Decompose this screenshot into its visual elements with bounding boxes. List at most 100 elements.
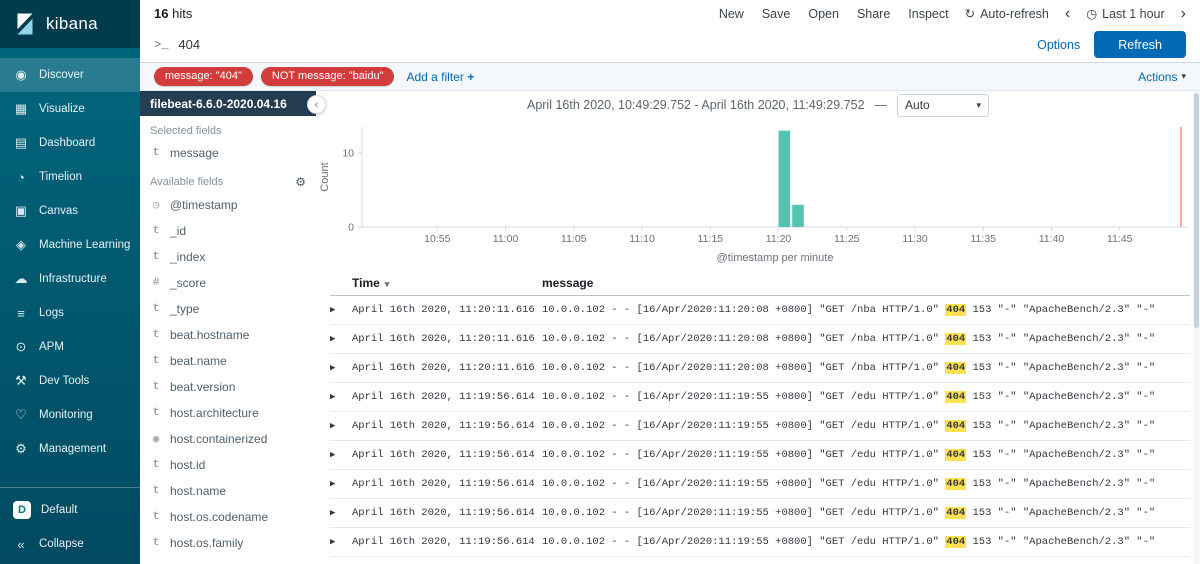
sidebar-item-dashboard[interactable]: ▤ Dashboard <box>0 126 140 160</box>
filter-actions-link[interactable]: Actions ▾ <box>1138 70 1186 84</box>
filter-pill[interactable]: NOT message: "baidu" <box>260 67 395 86</box>
sidebar-item-apm[interactable]: ⊙ APM <box>0 330 140 364</box>
sidebar-item-monitoring[interactable]: ♡ Monitoring <box>0 398 140 432</box>
field-name: host.os.family <box>170 536 244 550</box>
documents-table-container: Time ▾ message ▶ April 16th 2020, 11:20:11… <box>316 269 1200 564</box>
y-tick-label: 0 <box>348 222 354 234</box>
interval-value: Auto <box>905 98 930 112</box>
histogram-chart[interactable]: 0 10 10:55 11:00 11:05 11:10 11:15 11:20 11:25 11… <box>316 119 1200 269</box>
sidebar-item-label: Machine Learning <box>39 239 131 251</box>
sidebar-item-dev-tools[interactable]: ⚒ Dev Tools <box>0 364 140 398</box>
index-pattern-selector[interactable]: filebeat-6.6.0-2020.04.16 <box>140 91 316 116</box>
caret-down-icon: ▾ <box>1181 71 1186 81</box>
fields-panel: filebeat-6.6.0-2020.04.16 Selected field… <box>140 91 316 564</box>
sidebar-item-infrastructure[interactable]: ☁ Infrastructure <box>0 262 140 296</box>
expand-row-icon[interactable]: ▶ <box>330 363 335 373</box>
time-range-text: April 16th 2020, 10:49:29.752 - April 16… <box>526 98 865 112</box>
field-timestamp[interactable]: ◷ @timestamp <box>140 192 316 218</box>
kibana-logo[interactable]: kibana <box>0 0 140 48</box>
selected-fields-list: t message <box>140 140 316 166</box>
dev-tools-icon: ⚒ <box>15 373 27 388</box>
field-type-t-icon: t <box>152 251 160 263</box>
filter-pills: message: "404" NOT message: "baidu" <box>154 67 395 86</box>
expand-row-icon[interactable]: ▶ <box>330 537 335 547</box>
field-name: @timestamp <box>170 198 238 212</box>
add-filter-link[interactable]: Add a filter + <box>406 70 474 84</box>
sidebar-item-logs[interactable]: ≡ Logs <box>0 296 140 330</box>
expand-row-icon[interactable]: ▶ <box>330 305 335 315</box>
open-button[interactable]: Open <box>808 7 839 21</box>
field-message[interactable]: t message <box>140 140 316 166</box>
auto-refresh-button[interactable]: ↻ Auto-refresh <box>965 6 1049 22</box>
vertical-scrollbar[interactable] <box>1193 91 1200 564</box>
sidebar-item-label: Dashboard <box>39 137 96 149</box>
collapse-icon: « <box>17 536 25 552</box>
time-forward-button[interactable]: › <box>1181 5 1186 22</box>
sidebar-item-label: Timelion <box>39 171 83 183</box>
expand-row-icon[interactable]: ▶ <box>330 508 335 518</box>
field-beat-name[interactable]: t beat.name <box>140 348 316 374</box>
sidebar-item-timelion[interactable]: ◔ Timelion <box>0 160 140 194</box>
machine-learning-icon: ◈ <box>16 237 26 252</box>
row-time: April 16th 2020, 11:20:11.616 <box>352 295 542 325</box>
sidebar-item-label: Infrastructure <box>39 273 107 285</box>
sidebar-item-visualize[interactable]: ▦ Visualize <box>0 92 140 126</box>
field-id[interactable]: t _id <box>140 218 316 244</box>
expand-row-icon[interactable]: ▶ <box>330 334 335 344</box>
sidebar-bottom: D Default « Collapse <box>0 487 140 564</box>
histogram-bar[interactable] <box>778 130 791 227</box>
caret-down-icon: ▾ <box>976 99 982 110</box>
highlight-match: 404 <box>945 478 967 490</box>
field-settings-gear-icon[interactable]: ⚙ <box>295 175 306 189</box>
field-type[interactable]: t _type <box>140 296 316 322</box>
field-host-containerized[interactable]: ◉ host.containerized <box>140 426 316 452</box>
expand-row-icon[interactable]: ▶ <box>330 421 335 431</box>
new-button[interactable]: New <box>719 7 744 21</box>
share-button[interactable]: Share <box>857 7 890 21</box>
refresh-button[interactable]: Refresh <box>1094 31 1186 58</box>
highlight-match: 404 <box>945 304 967 316</box>
filter-pill[interactable]: message: "404" <box>154 67 253 86</box>
field-score[interactable]: # _score <box>140 270 316 296</box>
interval-select[interactable]: Auto ▾ <box>897 93 990 117</box>
sort-caret-icon: ▾ <box>384 279 390 289</box>
row-message: 10.0.0.102 - - [16/Apr/2020:11:19:55 +08… <box>542 527 1190 557</box>
field-index[interactable]: t _index <box>140 244 316 270</box>
histogram-bar[interactable] <box>792 204 804 227</box>
expand-row-icon[interactable]: ▶ <box>330 450 335 460</box>
field-host-name[interactable]: t host.name <box>140 478 316 504</box>
field-host-os-family[interactable]: t host.os.family <box>140 530 316 556</box>
sidebar-item-default[interactable]: D Default <box>0 493 140 527</box>
field-beat-version[interactable]: t beat.version <box>140 374 316 400</box>
field-host-id[interactable]: t host.id <box>140 452 316 478</box>
time-back-button[interactable]: ‹ <box>1065 5 1070 22</box>
sidebar-item-discover[interactable]: ◉ Discover <box>0 58 140 92</box>
field-name: host.architecture <box>170 406 259 420</box>
topbar-menu: New Save Open Share Inspect ↻ Auto-refresh ‹… <box>719 5 1186 22</box>
search-input[interactable] <box>178 37 1028 52</box>
apm-icon: ⊙ <box>15 339 27 354</box>
inspect-button[interactable]: Inspect <box>908 7 948 21</box>
field-name: beat.version <box>170 380 236 394</box>
sidebar-item-collapse[interactable]: « Collapse <box>0 527 140 561</box>
field-name: beat.hostname <box>170 328 250 342</box>
time-range-picker[interactable]: ◷ Last 1 hour <box>1086 6 1164 22</box>
options-link[interactable]: Options <box>1037 38 1080 52</box>
expand-row-icon[interactable]: ▶ <box>330 392 335 402</box>
highlight-match: 404 <box>945 333 967 345</box>
visualize-icon: ▦ <box>14 101 28 116</box>
sidebar-item-canvas[interactable]: ▣ Canvas <box>0 194 140 228</box>
table-row: ▶ April 16th 2020, 11:20:11.616 10.0.0.102… <box>330 324 1190 354</box>
sidebar-item-machine-learning[interactable]: ◈ Machine Learning <box>0 228 140 262</box>
save-button[interactable]: Save <box>762 7 791 21</box>
field-host-os-codename[interactable]: t host.os.codename <box>140 504 316 530</box>
time-column-header[interactable]: Time ▾ <box>352 271 542 296</box>
sidebar-item-management[interactable]: ⚙ Management <box>0 432 140 466</box>
field-host-architecture[interactable]: t host.architecture <box>140 400 316 426</box>
field-beat-hostname[interactable]: t beat.hostname <box>140 322 316 348</box>
timelion-icon: ◔ <box>17 169 25 185</box>
row-time: April 16th 2020, 11:19:56.614 <box>352 382 542 412</box>
expand-row-icon[interactable]: ▶ <box>330 479 335 489</box>
collapse-fields-panel-button[interactable]: ‹ <box>307 95 326 114</box>
scrollbar-thumb[interactable] <box>1194 93 1199 328</box>
